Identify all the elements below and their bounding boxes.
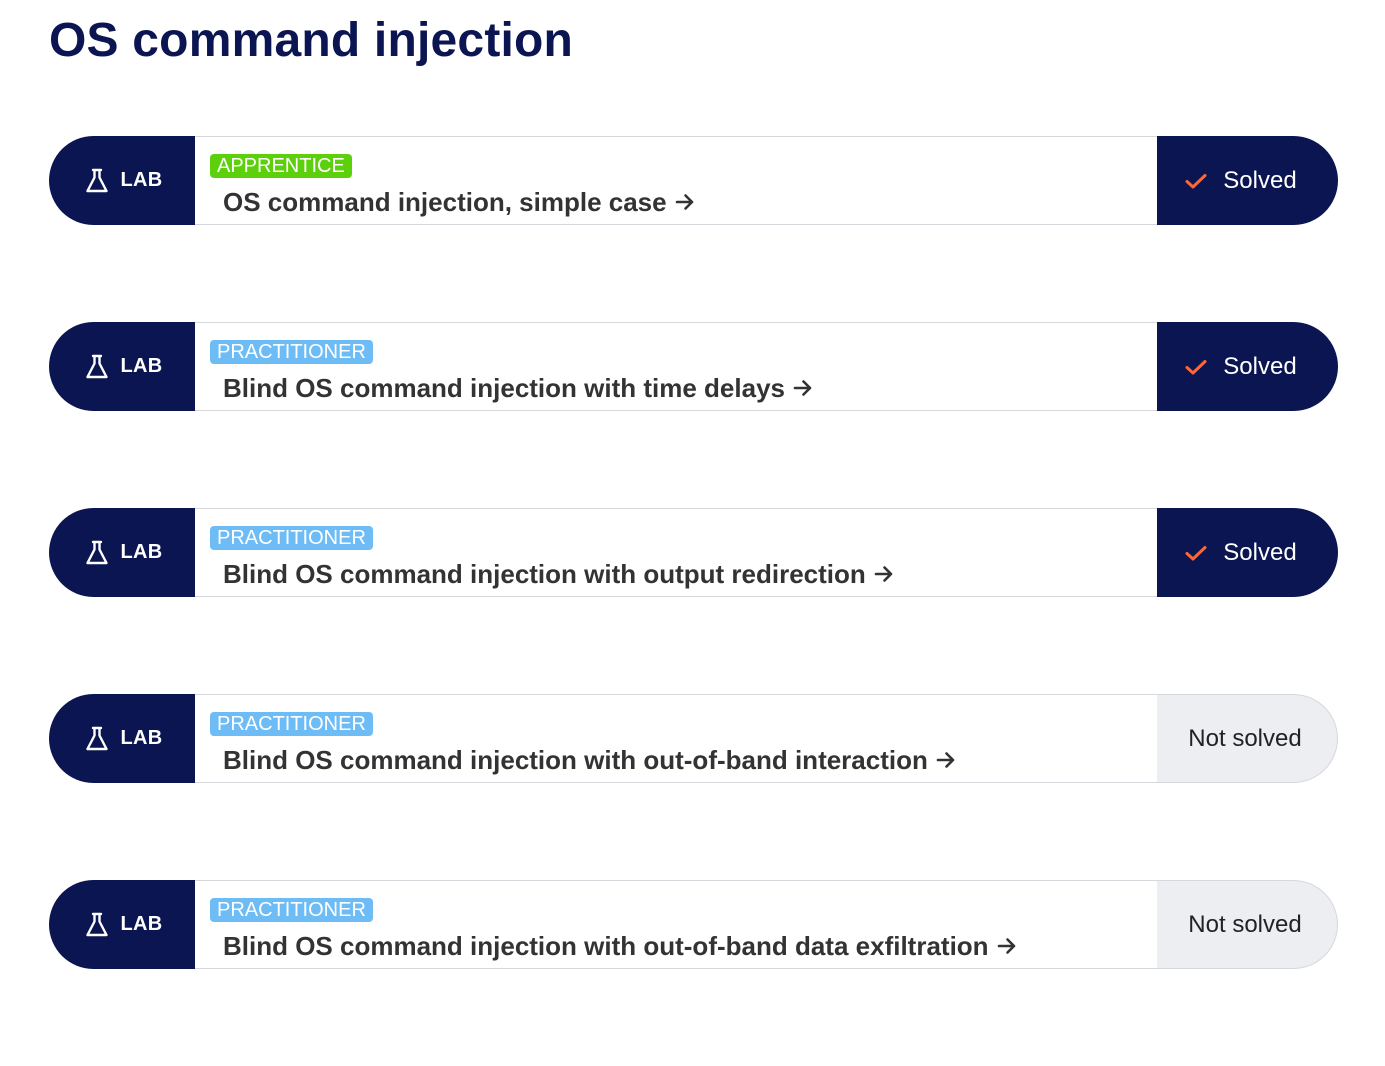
lab-body: APPRENTICE OS command injection, simple …: [195, 136, 1157, 225]
level-tag: PRACTITIONER: [210, 526, 373, 550]
checkmark-icon: [1184, 543, 1208, 563]
arrow-right-icon: [675, 186, 695, 218]
lab-badge: LAB: [49, 694, 195, 783]
lab-title: Blind OS command injection with out-of-b…: [223, 931, 989, 961]
lab-row: LAB PRACTITIONER Blind OS command inject…: [49, 880, 1338, 969]
lab-badge-label: LAB: [120, 541, 163, 563]
checkmark-icon: [1184, 357, 1208, 377]
arrow-right-icon: [936, 744, 956, 776]
arrow-right-icon: [874, 558, 894, 590]
lab-row: LAB PRACTITIONER Blind OS command inject…: [49, 322, 1338, 411]
lab-badge: LAB: [49, 136, 195, 225]
status-label: Solved: [1223, 166, 1297, 194]
lab-title-link[interactable]: OS command injection, simple case: [223, 186, 695, 220]
lab-body: PRACTITIONER Blind OS command injection …: [195, 508, 1157, 597]
arrow-right-icon: [793, 372, 813, 404]
status-solved-badge: Solved: [1157, 322, 1338, 411]
lab-row: LAB PRACTITIONER Blind OS command inject…: [49, 508, 1338, 597]
arrow-right-icon: [997, 930, 1017, 962]
lab-body: PRACTITIONER Blind OS command injection …: [195, 880, 1157, 969]
lab-badge-label: LAB: [120, 913, 163, 935]
level-tag: PRACTITIONER: [210, 712, 373, 736]
flask-icon: [85, 168, 109, 194]
status-not-solved-badge: Not solved: [1157, 694, 1338, 783]
flask-icon: [85, 726, 109, 752]
lab-badge: LAB: [49, 880, 195, 969]
status-label: Not solved: [1188, 724, 1302, 752]
status-label: Not solved: [1188, 910, 1302, 938]
status-solved-badge: Solved: [1157, 136, 1338, 225]
status-not-solved-badge: Not solved: [1157, 880, 1338, 969]
level-tag: PRACTITIONER: [210, 340, 373, 364]
lab-row: LAB APPRENTICE OS command injection, sim…: [49, 136, 1338, 225]
flask-icon: [85, 354, 109, 380]
status-label: Solved: [1223, 538, 1297, 566]
status-solved-badge: Solved: [1157, 508, 1338, 597]
lab-badge: LAB: [49, 322, 195, 411]
lab-title-link[interactable]: Blind OS command injection with output r…: [223, 558, 894, 592]
flask-icon: [85, 540, 109, 566]
lab-body: PRACTITIONER Blind OS command injection …: [195, 322, 1157, 411]
level-tag: PRACTITIONER: [210, 898, 373, 922]
lab-badge-label: LAB: [120, 169, 163, 191]
page-title: OS command injection: [49, 14, 574, 67]
flask-icon: [85, 912, 109, 938]
lab-title-link[interactable]: Blind OS command injection with out-of-b…: [223, 930, 1017, 964]
lab-title-link[interactable]: Blind OS command injection with time del…: [223, 372, 813, 406]
lab-title-link[interactable]: Blind OS command injection with out-of-b…: [223, 744, 956, 778]
lab-list: LAB APPRENTICE OS command injection, sim…: [49, 136, 1338, 1066]
lab-title: Blind OS command injection with output r…: [223, 559, 866, 589]
level-tag: APPRENTICE: [210, 154, 352, 178]
checkmark-icon: [1184, 171, 1208, 191]
status-label: Solved: [1223, 352, 1297, 380]
lab-title: Blind OS command injection with out-of-b…: [223, 745, 928, 775]
lab-badge: LAB: [49, 508, 195, 597]
lab-badge-label: LAB: [120, 727, 163, 749]
lab-title: OS command injection, simple case: [223, 187, 667, 217]
lab-badge-label: LAB: [120, 355, 163, 377]
lab-title: Blind OS command injection with time del…: [223, 373, 785, 403]
lab-row: LAB PRACTITIONER Blind OS command inject…: [49, 694, 1338, 783]
lab-body: PRACTITIONER Blind OS command injection …: [195, 694, 1157, 783]
